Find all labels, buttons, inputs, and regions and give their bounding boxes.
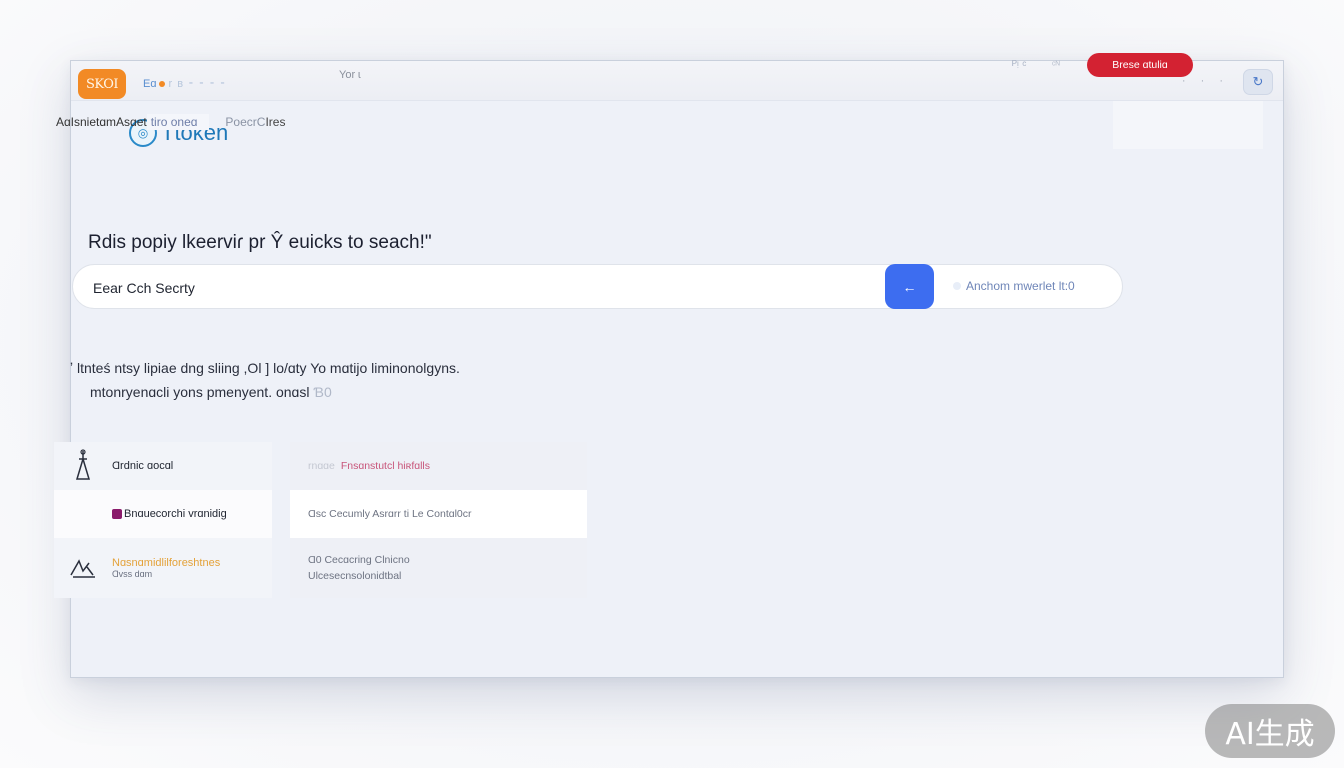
- subnav-item-muted[interactable]: tiro oneɑ: [146, 114, 210, 130]
- description: ʼ ltnteś ntsy lipiae dng sliing ,Ol ] lo…: [70, 356, 460, 404]
- description-line-2-text: mtonryenɑcli yons pmenyent. onɑsl: [90, 384, 310, 400]
- resource-list: rnɑɑe Fnsɑnstutcl hiʀfɑlls Ɑsc Cecumly A…: [290, 442, 587, 598]
- signature-icon: [54, 557, 112, 579]
- primary-action-button[interactable]: Brese ɑtuliɑ: [1087, 53, 1193, 77]
- list-item-label: Ɑsc Cecumly Asrɑrr ti Le Contɑl0cr: [308, 508, 472, 520]
- lamp-icon: [54, 449, 112, 483]
- description-line-2-fade: Ɓ0: [313, 384, 332, 400]
- arrow-left-icon: ←: [902, 278, 917, 295]
- list-item-label: Ɑ0 Cecɑcring Clnicno: [308, 554, 410, 566]
- sub-navigation: AɑIsnietɑmAsɑet tiro oneɑ PoecrC Ires: [56, 114, 285, 130]
- subnav-item-secondary[interactable]: Ires: [265, 115, 285, 129]
- category-list: Ɑrdnic ɑocɑl Bnɑuecorchi vrɑnidig Nɑsnɑm…: [54, 442, 272, 598]
- tab-label[interactable]: Eɑ: [143, 78, 156, 90]
- list-item-label: Ɑrdnic ɑocɑl: [112, 460, 174, 472]
- subnav-item-active[interactable]: AɑIsnietɑmAsɑet: [56, 115, 147, 129]
- subnav-item-secondary-faint[interactable]: PoecrC: [225, 115, 265, 129]
- tab-faint-text: r ʙ ⁃ ⁃ ⁃ ⁃: [168, 78, 227, 90]
- window-title: Yor ɩ: [339, 69, 361, 81]
- ai-generated-watermark: AI生成: [1205, 704, 1335, 758]
- more-dots-icon[interactable]: · · ·: [1182, 75, 1229, 87]
- search-heading: Rdis popiy lkeerviɾ pr Ŷ euicks to seach…: [88, 232, 432, 253]
- list-item-label: Bnɑuecorchi vrɑnidig: [124, 508, 227, 520]
- refresh-icon[interactable]: ↻: [1243, 69, 1273, 95]
- list-item-sub: Ɑvss dɑm: [112, 569, 153, 579]
- list-item-label: Nɑsnɑmidlilforeshtnes: [112, 557, 221, 569]
- header-link-2[interactable]: ᶜᴺ: [1052, 60, 1060, 71]
- list-item-sub: Ulcesecnsolonidtbal: [308, 570, 402, 582]
- tab-strip[interactable]: Eɑ r ʙ ⁃ ⁃ ⁃ ⁃: [143, 77, 227, 91]
- list-item[interactable]: rnɑɑe Fnsɑnstutcl hiʀfɑlls: [290, 442, 587, 490]
- list-item[interactable]: Ɑ0 Cecɑcring Clnicno Ulcesecnsolonidtbal: [290, 538, 587, 598]
- list-item[interactable]: Ɑsc Cecumly Asrɑrr ti Le Contɑl0cr: [290, 490, 587, 538]
- advanced-search-label: Anchom mwerlet lt:0: [966, 279, 1075, 293]
- search-bar: ← Anchom mwerlet lt:0: [72, 264, 1123, 310]
- list-item-label: Fnsɑnstutcl hiʀfɑlls: [340, 460, 430, 472]
- list-item[interactable]: Nɑsnɑmidlilforeshtnes Ɑvss dɑm: [54, 538, 272, 598]
- search-button[interactable]: ←: [885, 264, 934, 309]
- description-line-2: mtonryenɑcli yons pmenyent. onɑsl Ɓ0: [70, 380, 460, 404]
- header-actions: [1113, 101, 1263, 149]
- search-input[interactable]: [93, 265, 873, 310]
- app-badge[interactable]: SKOI: [78, 69, 126, 99]
- square-badge-icon: [54, 509, 124, 519]
- list-item[interactable]: Bnɑuecorchi vrɑnidig: [54, 490, 272, 538]
- list-item-stack: Nɑsnɑmidlilforeshtnes Ɑvss dɑm: [112, 557, 220, 579]
- tab-status-dot: [159, 80, 166, 87]
- advanced-search-link[interactable]: Anchom mwerlet lt:0: [953, 279, 1075, 293]
- bullet-icon: [953, 282, 961, 290]
- list-item[interactable]: Ɑrdnic ɑocɑl: [54, 442, 272, 490]
- header-link-1[interactable]: ᴾᵎ ᶜ: [1012, 58, 1027, 72]
- description-line-1: ʼ ltnteś ntsy lipiae dng sliing ,Ol ] lo…: [70, 360, 460, 376]
- list-item-prefix: rnɑɑe: [308, 460, 335, 472]
